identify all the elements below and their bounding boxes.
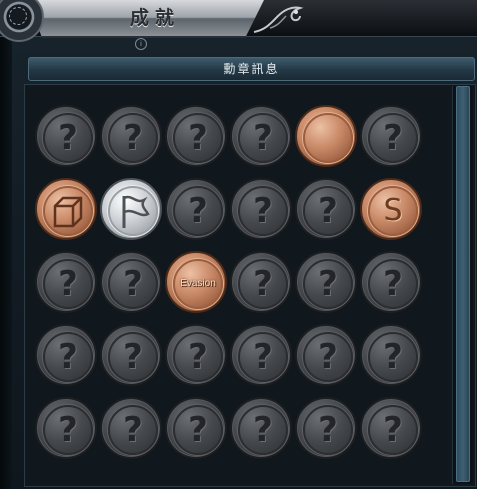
locked-medal[interactable]: ?	[100, 397, 162, 459]
question-mark-icon: ?	[253, 410, 273, 450]
medal-word-label: Evasion	[180, 278, 216, 289]
question-mark-icon: ?	[123, 410, 143, 450]
locked-medal[interactable]: ?	[295, 324, 357, 386]
locked-medal[interactable]: ?	[35, 324, 97, 386]
window-title: 成就	[129, 7, 180, 29]
locked-medal[interactable]: ?	[100, 105, 162, 167]
info-icon[interactable]: i	[135, 38, 147, 50]
emblem-ring	[9, 7, 27, 25]
locked-medal[interactable]: ?	[100, 251, 162, 313]
locked-medal[interactable]: ?	[35, 251, 97, 313]
bronze-medal[interactable]	[35, 178, 97, 240]
question-mark-icon: ?	[188, 191, 208, 231]
question-mark-icon: ?	[318, 337, 338, 377]
achievement-window: 成就 i 勳章訊息 ???????? S?? Evasion????????????…	[0, 0, 477, 489]
compass-emblem-icon[interactable]	[0, 0, 44, 42]
question-mark-icon: ?	[123, 118, 143, 158]
locked-medal[interactable]: ?	[35, 105, 97, 167]
scrollbar-thumb[interactable]	[456, 86, 470, 482]
medal-info-label: 勳章訊息	[223, 62, 280, 76]
question-mark-icon: ?	[253, 191, 273, 231]
window-left-edge	[0, 0, 12, 489]
letter-s-icon: S	[383, 193, 403, 228]
locked-medal[interactable]: ?	[230, 397, 292, 459]
bronze-medal[interactable]: S	[360, 178, 422, 240]
medal-info-header: 勳章訊息	[28, 57, 475, 81]
locked-medal[interactable]: ?	[165, 324, 227, 386]
question-mark-icon: ?	[58, 337, 78, 377]
question-mark-icon: ?	[188, 118, 208, 158]
question-mark-icon: ?	[58, 410, 78, 450]
question-mark-icon: ?	[383, 337, 403, 377]
locked-medal[interactable]: ?	[295, 397, 357, 459]
question-mark-icon: ?	[123, 337, 143, 377]
flag-icon	[122, 195, 150, 228]
silver-medal[interactable]	[100, 178, 162, 240]
bronze-medal[interactable]	[295, 105, 357, 167]
question-mark-icon: ?	[58, 118, 78, 158]
flourish-ornament-icon	[253, 6, 304, 33]
blank-medal-icon	[297, 107, 359, 169]
question-mark-icon: ?	[188, 410, 208, 450]
locked-medal[interactable]: ?	[165, 178, 227, 240]
question-mark-icon: ?	[58, 264, 78, 304]
locked-medal[interactable]: ?	[295, 251, 357, 313]
locked-medal[interactable]: ?	[35, 397, 97, 459]
locked-medal[interactable]: ?	[295, 178, 357, 240]
locked-medal[interactable]: ?	[360, 397, 422, 459]
locked-medal[interactable]: ?	[230, 324, 292, 386]
locked-medal[interactable]: ?	[165, 397, 227, 459]
bronze-medal[interactable]: Evasion	[165, 251, 227, 313]
locked-medal[interactable]: ?	[360, 105, 422, 167]
question-mark-icon: ?	[383, 410, 403, 450]
question-mark-icon: ?	[383, 118, 403, 158]
question-mark-icon: ?	[318, 191, 338, 231]
locked-medal[interactable]: ?	[165, 105, 227, 167]
question-mark-icon: ?	[123, 264, 143, 304]
question-mark-icon: ?	[318, 410, 338, 450]
question-mark-icon: ?	[253, 337, 273, 377]
question-mark-icon: ?	[318, 264, 338, 304]
locked-medal[interactable]: ?	[360, 324, 422, 386]
locked-medal[interactable]: ?	[100, 324, 162, 386]
title-bar[interactable]: 成就	[0, 0, 477, 42]
question-mark-icon: ?	[188, 337, 208, 377]
question-mark-icon: ?	[253, 118, 273, 158]
locked-medal[interactable]: ?	[230, 105, 292, 167]
locked-medal[interactable]: ?	[230, 251, 292, 313]
scrollbar-track[interactable]	[452, 86, 473, 484]
question-mark-icon: ?	[383, 264, 403, 304]
locked-medal[interactable]: ?	[360, 251, 422, 313]
cube-icon	[53, 196, 83, 228]
question-mark-icon: ?	[253, 264, 273, 304]
locked-medal[interactable]: ?	[230, 178, 292, 240]
